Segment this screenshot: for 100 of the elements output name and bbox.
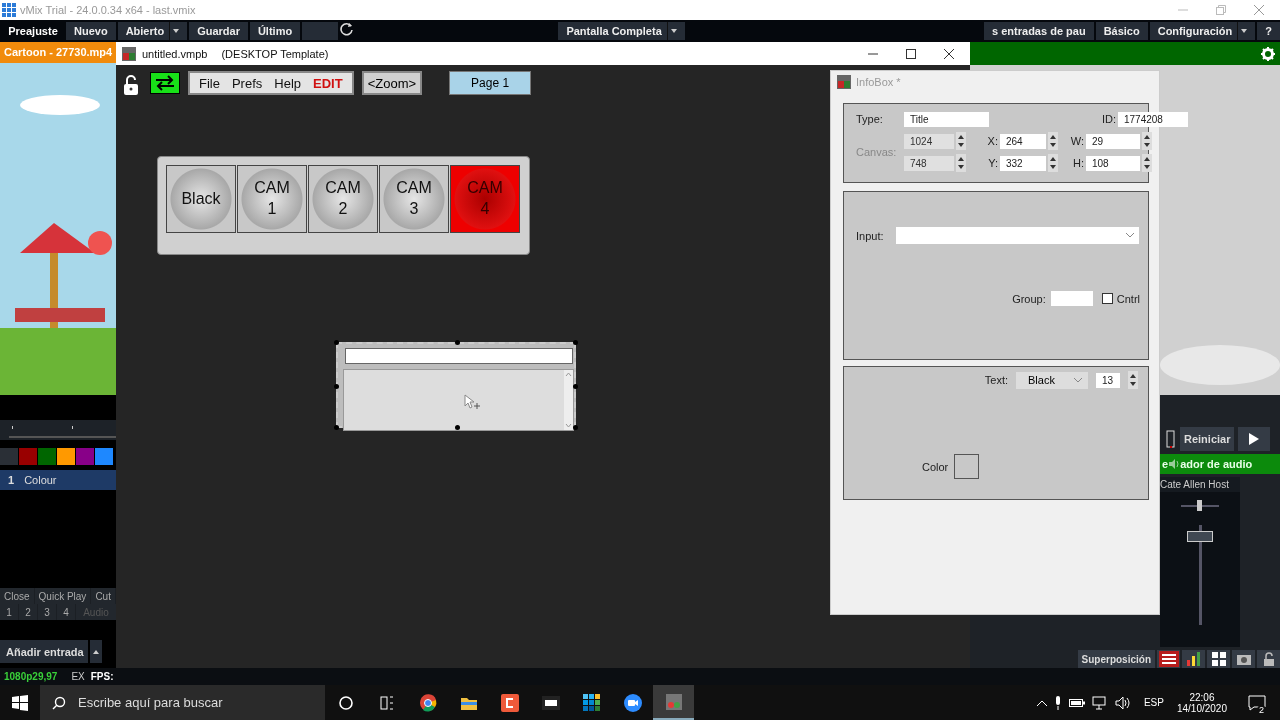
input-button[interactable]: Cut	[91, 588, 115, 604]
input-list-item[interactable]: 1 Colour	[0, 470, 116, 490]
input-dropdown[interactable]	[895, 227, 1139, 244]
list-icon[interactable]	[1158, 651, 1179, 667]
slider-thumb[interactable]	[1187, 530, 1213, 542]
height-field[interactable]: 108	[1086, 155, 1140, 171]
menu-item[interactable]: EDIT	[308, 75, 348, 91]
toolbar-button[interactable]: Último	[249, 22, 301, 40]
font-size-field[interactable]: 13	[1096, 372, 1120, 388]
color-swatch[interactable]	[0, 448, 18, 465]
search-field[interactable]: Escribe aquí para buscar	[76, 694, 320, 711]
overlay-button[interactable]: Superposición	[1077, 650, 1155, 668]
resize-handle[interactable]	[334, 425, 339, 430]
type-field[interactable]: Title	[904, 111, 989, 127]
clock-date[interactable]: 14/10/2020	[1176, 702, 1227, 714]
swap-arrows-icon	[154, 75, 176, 91]
spinner-icon[interactable]	[1128, 371, 1138, 389]
mode-label[interactable]: Preajuste	[2, 22, 64, 40]
color-swatch[interactable]	[19, 448, 37, 465]
zoom-button[interactable]: <Zoom>	[361, 71, 423, 95]
audio-mixer-bar[interactable]: e ador de audio	[1160, 454, 1280, 474]
resize-handle[interactable]	[334, 340, 339, 345]
field-label: Input:	[856, 229, 884, 242]
toolbar-button[interactable]: Nuevo	[66, 22, 116, 40]
number-button[interactable]: 1	[0, 604, 18, 620]
color-swatch[interactable]	[76, 448, 94, 465]
switcher-button[interactable]: CAM 3	[379, 165, 449, 233]
page-tab[interactable]: Page 1	[449, 71, 532, 95]
unlocked-padlock-icon[interactable]	[123, 75, 139, 95]
id-field[interactable]: 1774208	[1118, 111, 1188, 127]
spinner-icon[interactable]	[1048, 154, 1058, 172]
number-button[interactable]: 3	[38, 604, 56, 620]
width-field[interactable]: 29	[1086, 133, 1140, 149]
app-window-icon[interactable]	[663, 691, 684, 712]
toolbar-button[interactable]: s entradas de pau	[984, 22, 1094, 40]
chevron-up-icon[interactable]	[1036, 699, 1047, 706]
battery-icon[interactable]	[1068, 697, 1085, 708]
chevron-down-icon	[1074, 377, 1082, 383]
search-box[interactable]: Escribe aquí para buscar	[40, 685, 325, 720]
tiles-icon[interactable]	[581, 692, 602, 713]
y-field[interactable]: 332	[1000, 155, 1046, 171]
caret-icon	[670, 29, 677, 33]
resize-handle[interactable]	[455, 425, 460, 430]
close-icon[interactable]	[944, 48, 954, 59]
spinner-icon[interactable]	[956, 154, 966, 172]
group-field[interactable]	[1050, 291, 1093, 306]
toolbar-button[interactable]: Guardar	[189, 22, 248, 40]
text-color-dropdown[interactable]: Black	[1016, 371, 1088, 389]
slider-thumb[interactable]	[1197, 500, 1202, 511]
input-button[interactable]: Close	[0, 588, 34, 604]
volume-icon[interactable]	[1114, 695, 1131, 710]
switcher-button[interactable]: CAM 1	[237, 165, 307, 233]
number-button[interactable]: 4	[57, 604, 75, 620]
resize-handle[interactable]	[573, 384, 578, 389]
video-call-icon[interactable]	[622, 692, 643, 713]
menu-item[interactable]: Prefs	[226, 75, 268, 91]
microphone-icon[interactable]	[1053, 695, 1062, 710]
color-swatch[interactable]	[95, 448, 113, 465]
caret-up-icon	[93, 649, 99, 654]
app-square-icon[interactable]	[499, 692, 520, 713]
toolbar-button[interactable]: Abierto	[117, 22, 188, 40]
menu-item[interactable]: Help	[269, 75, 307, 91]
field-label: X:	[986, 135, 998, 147]
spinner-icon[interactable]	[956, 132, 966, 150]
play-icon	[1249, 433, 1260, 445]
maximize-icon[interactable]	[906, 48, 916, 59]
play-button[interactable]	[1238, 427, 1271, 451]
checkbox[interactable]	[1101, 293, 1113, 304]
toolbar-button[interactable]: Configuración	[1149, 22, 1256, 40]
windows-start-icon[interactable]	[12, 694, 28, 711]
x-field[interactable]: 264	[1000, 133, 1046, 149]
network-icon[interactable]	[1091, 695, 1108, 710]
resize-handle[interactable]	[455, 340, 460, 345]
clock-time[interactable]: 22:06	[1189, 691, 1215, 703]
swap-button[interactable]	[150, 72, 180, 94]
resize-handle[interactable]	[573, 340, 578, 345]
text-input-field[interactable]	[345, 348, 573, 364]
switcher-button[interactable]: CAM 2	[308, 165, 378, 233]
input-button[interactable]: Quick Play	[34, 588, 91, 604]
number-button[interactable]: 2	[19, 604, 37, 620]
spinner-icon[interactable]	[1048, 132, 1058, 150]
restart-button[interactable]: Reiniciar	[1180, 427, 1235, 451]
color-picker[interactable]	[954, 454, 980, 479]
toolbar-button[interactable]: ?	[1257, 22, 1280, 40]
add-input-button[interactable]: Añadir entrada	[0, 640, 88, 663]
spinner-icon[interactable]	[1142, 132, 1152, 150]
selected-widget[interactable]	[336, 342, 576, 428]
resize-handle[interactable]	[334, 384, 339, 389]
color-swatch[interactable]	[57, 448, 75, 465]
dropdown-button[interactable]	[90, 640, 102, 663]
browser-icon[interactable]	[417, 692, 438, 713]
toolbar-button[interactable]: Pantalla Completa	[558, 22, 685, 40]
menu-item[interactable]: File	[194, 75, 225, 91]
notifications-button[interactable]: 2	[1248, 694, 1266, 711]
toolbar-button[interactable]: Básico	[1095, 22, 1148, 40]
color-swatch[interactable]	[38, 448, 56, 465]
resize-handle[interactable]	[573, 425, 578, 430]
spinner-icon[interactable]	[1142, 154, 1152, 172]
switcher-button[interactable]: Black	[166, 165, 236, 233]
language-indicator[interactable]: ESP	[1143, 697, 1164, 708]
